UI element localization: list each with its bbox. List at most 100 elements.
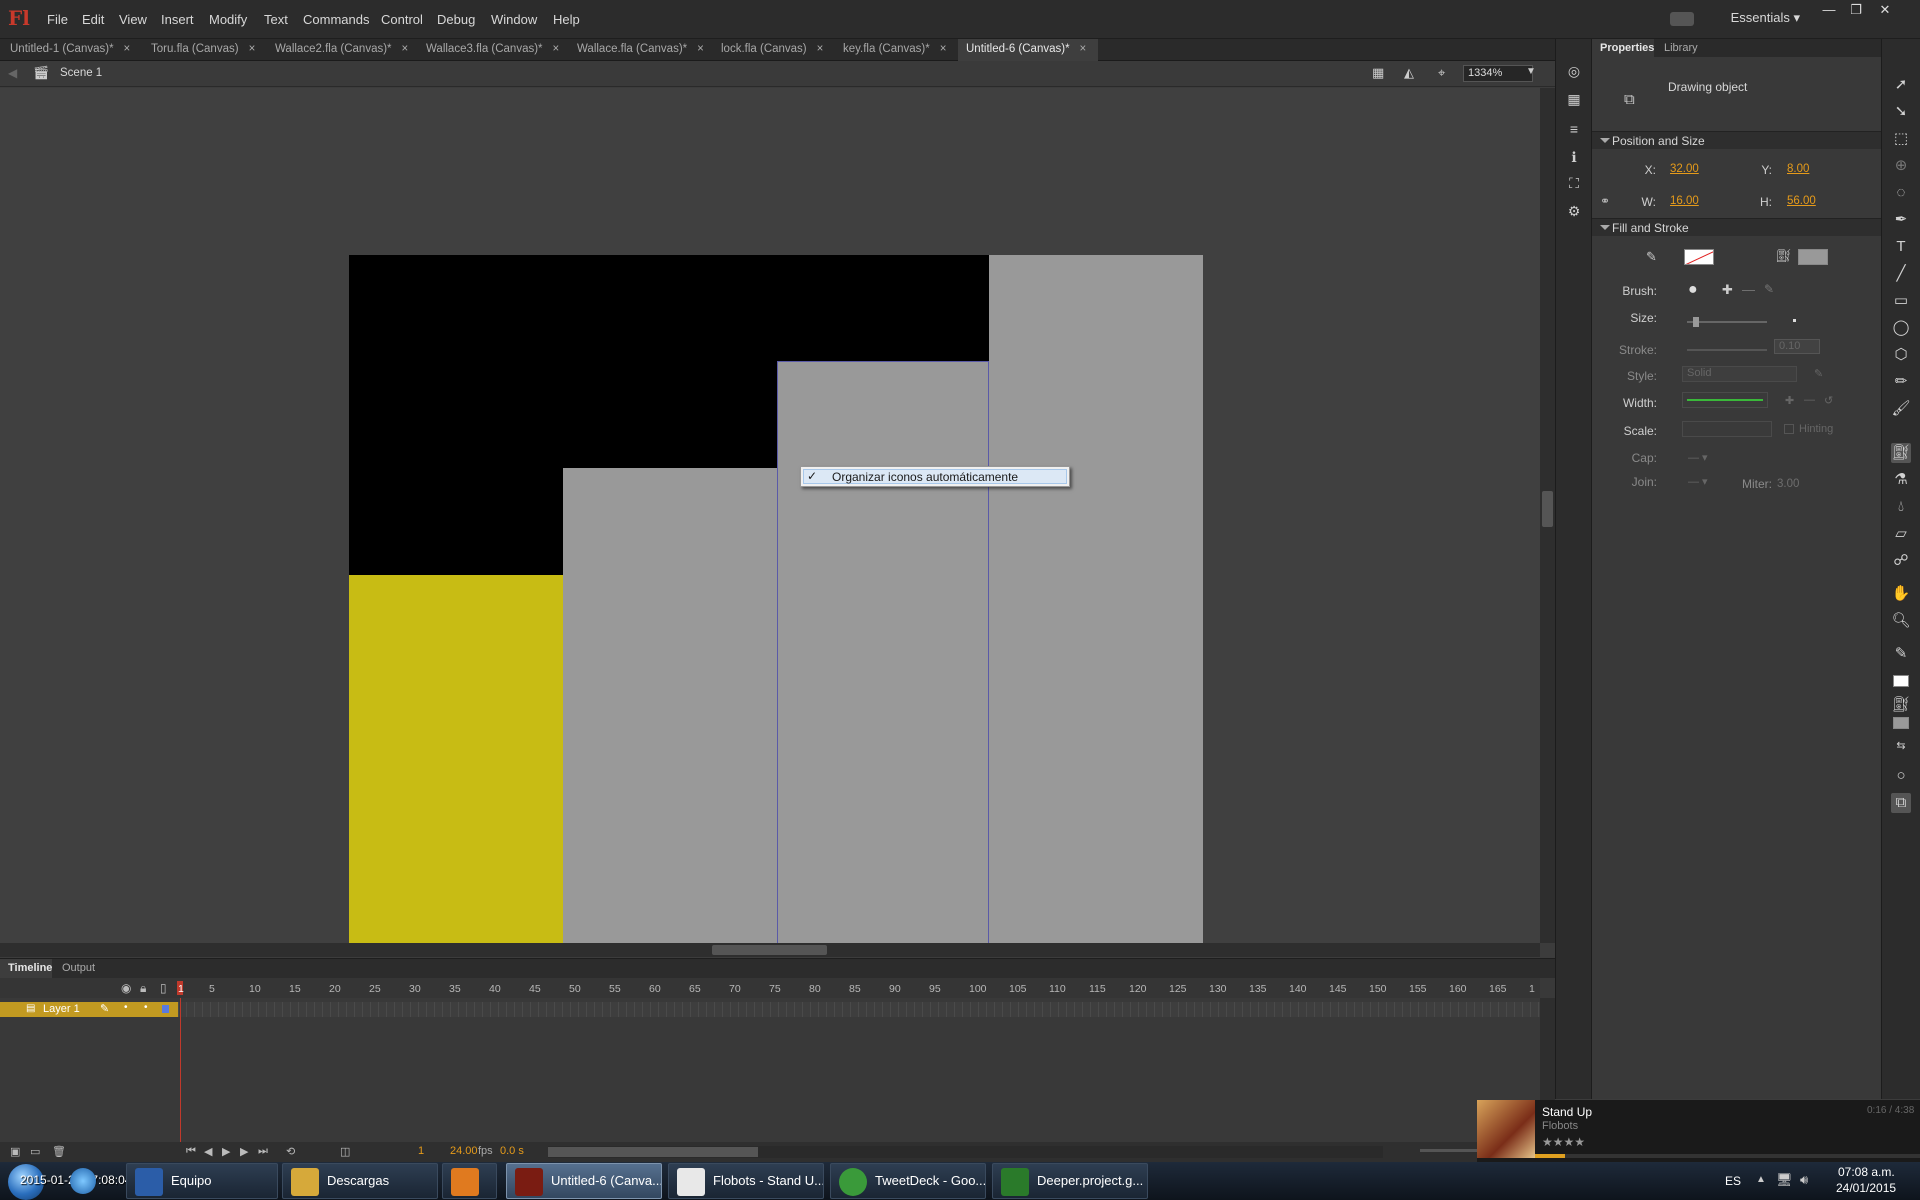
reset-width-icon[interactable]: ↺ <box>1824 394 1833 407</box>
lock-icon[interactable]: 🔒︎ <box>140 981 146 996</box>
close-icon[interactable]: ✕ <box>1872 2 1898 18</box>
menu-view[interactable]: View <box>119 12 147 27</box>
eye-icon[interactable]: ◉ <box>121 981 131 995</box>
last-frame-icon[interactable]: ⏭ <box>258 1145 268 1158</box>
visibility-dot-icon[interactable]: • <box>124 1002 128 1013</box>
stroke-input[interactable]: 0.10 <box>1774 339 1820 354</box>
stroke-slider[interactable] <box>1687 349 1767 351</box>
onion-skin-icon[interactable]: ◫ <box>340 1145 350 1158</box>
zoom-field[interactable]: 1334% <box>1463 65 1533 82</box>
new-layer-icon[interactable]: ▣ <box>10 1145 20 1158</box>
pencil-tool-icon[interactable]: ✏ <box>1891 372 1911 392</box>
taskbar-item-media-player[interactable] <box>442 1163 497 1199</box>
edit-symbols-icon[interactable]: ◭ <box>1404 65 1414 81</box>
gpu-indicator-icon[interactable] <box>1670 12 1694 26</box>
tab-close-icon[interactable]: × <box>402 43 409 55</box>
remove-brush-icon[interactable]: — <box>1742 282 1755 297</box>
tab-untitled-1[interactable]: Untitled-1 (Canvas)* × <box>0 39 145 61</box>
chevron-down-icon[interactable]: ▼ <box>1526 66 1536 77</box>
current-frame-value[interactable]: 1 <box>418 1145 424 1157</box>
frame-track[interactable] <box>178 1002 1540 1017</box>
3d-rotation-tool-icon[interactable]: ⊕ <box>1891 156 1911 176</box>
menu-file[interactable]: File <box>47 12 68 27</box>
tool-fill-swatch[interactable] <box>1893 717 1909 729</box>
free-transform-tool-icon[interactable]: ⬚ <box>1891 129 1911 149</box>
first-frame-icon[interactable]: ⏮ <box>186 1145 196 1158</box>
tray-expand-icon[interactable]: ▲ <box>1756 1174 1766 1185</box>
next-frame-icon[interactable]: ▶ <box>240 1145 248 1158</box>
tab-close-icon[interactable]: × <box>124 43 131 55</box>
cap-dropdown[interactable]: — ▾ <box>1688 451 1708 464</box>
delete-icon[interactable]: 🗑︎ <box>52 1145 66 1158</box>
vertical-scroll-thumb[interactable] <box>1542 491 1553 527</box>
minimize-icon[interactable]: — <box>1816 2 1842 18</box>
brush-tool-icon[interactable]: 🖌︎ <box>1891 399 1911 419</box>
tab-close-icon[interactable]: × <box>940 43 947 55</box>
link-icon[interactable]: ⚭ <box>1600 194 1610 208</box>
tab-key[interactable]: key.fla (Canvas)* × <box>828 39 958 61</box>
edit-scene-icon[interactable]: ▦ <box>1372 65 1384 81</box>
new-folder-icon[interactable]: ▭ <box>30 1145 40 1158</box>
edit-stroke-style-icon[interactable]: ✎ <box>1814 367 1823 380</box>
taskbar-item-chrome[interactable]: TweetDeck - Goo... <box>830 1163 986 1199</box>
eyedropper-tool-icon[interactable]: 💧︎ <box>1891 497 1911 517</box>
scale-dropdown[interactable] <box>1682 421 1772 437</box>
menu-help[interactable]: Help <box>553 12 580 27</box>
stroke-color-swatch[interactable] <box>1684 249 1714 265</box>
swap-colors-icon[interactable]: ⇆ <box>1891 736 1911 756</box>
fill-color-swatch[interactable] <box>1798 249 1828 265</box>
edit-brush-icon[interactable]: ✎ <box>1764 282 1774 296</box>
hinting-checkbox[interactable] <box>1784 424 1794 434</box>
zoom-tool-icon[interactable]: 🔍︎ <box>1891 611 1911 631</box>
internet-explorer-icon[interactable] <box>70 1168 96 1194</box>
info-icon[interactable]: ℹ <box>1564 147 1584 167</box>
layer-row[interactable]: ▤ Layer 1 ✎ • • <box>0 1002 178 1017</box>
position-size-section[interactable]: Position and Size <box>1592 131 1881 149</box>
volume-icon[interactable]: 🔊︎ <box>1800 1172 1808 1188</box>
fill-stroke-section[interactable]: Fill and Stroke <box>1592 218 1881 236</box>
motion-editor-icon[interactable]: ◎ <box>1564 61 1584 81</box>
selection-tool-icon[interactable]: ➚ <box>1891 75 1911 95</box>
polystar-tool-icon[interactable]: ⬡ <box>1891 345 1911 365</box>
y-value[interactable]: 8.00 <box>1787 163 1809 175</box>
tab-close-icon[interactable]: × <box>697 43 704 55</box>
gray-shape-middle[interactable] <box>563 468 777 943</box>
fps-value[interactable]: 24.00 <box>450 1145 478 1157</box>
horizontal-scroll-thumb[interactable] <box>712 945 827 955</box>
text-tool-icon[interactable]: T <box>1891 237 1911 257</box>
menu-control[interactable]: Control <box>381 12 423 27</box>
prev-frame-icon[interactable]: ◀ <box>204 1145 212 1158</box>
selected-gray-shape[interactable] <box>777 361 989 943</box>
align-icon[interactable]: ≡ <box>1564 119 1584 139</box>
tab-output[interactable]: Output <box>62 962 95 974</box>
tab-wallace[interactable]: Wallace.fla (Canvas)* × <box>565 39 707 61</box>
timeline-hscroll-thumb[interactable] <box>548 1147 758 1157</box>
taskbar-item-project[interactable]: Deeper.project.g... <box>992 1163 1148 1199</box>
tab-library[interactable]: Library <box>1664 42 1698 54</box>
menu-debug[interactable]: Debug <box>437 12 475 27</box>
bone-tool-icon[interactable]: ☍ <box>1891 551 1911 571</box>
center-stage-icon[interactable]: ⌖ <box>1438 65 1445 81</box>
back-arrow-icon[interactable]: ◀ <box>8 66 17 80</box>
subselection-tool-icon[interactable]: ➘ <box>1891 102 1911 122</box>
loop-icon[interactable]: ⟲ <box>286 1145 295 1158</box>
taskbar-item-equipo[interactable]: Equipo <box>126 1163 278 1199</box>
outline-color-swatch[interactable] <box>162 1005 169 1013</box>
rectangle-tool-icon[interactable]: ▭ <box>1891 291 1911 311</box>
workspace-switcher[interactable]: Essentials ▾ <box>1731 10 1800 26</box>
menu-insert[interactable]: Insert <box>161 12 194 27</box>
components-icon[interactable]: ⚙ <box>1564 201 1584 221</box>
tab-close-icon[interactable]: × <box>249 43 256 55</box>
join-dropdown[interactable]: — ▾ <box>1688 475 1708 488</box>
remove-width-icon[interactable]: — <box>1804 394 1815 406</box>
width-profile-dropdown[interactable] <box>1682 392 1768 408</box>
vertical-scrollbar[interactable] <box>1540 88 1555 943</box>
stroke-color-icon[interactable]: ✎ <box>1891 644 1911 664</box>
w-value[interactable]: 16.00 <box>1670 195 1699 207</box>
horizontal-scrollbar[interactable] <box>0 943 1540 957</box>
fill-color-icon[interactable]: ⛽︎ <box>1891 695 1911 715</box>
style-dropdown[interactable]: Solid <box>1682 366 1797 382</box>
play-icon[interactable]: ▶ <box>222 1145 230 1158</box>
rating-stars-icon[interactable]: ★★★★ <box>1542 1135 1585 1149</box>
tool-stroke-swatch[interactable] <box>1893 675 1909 687</box>
